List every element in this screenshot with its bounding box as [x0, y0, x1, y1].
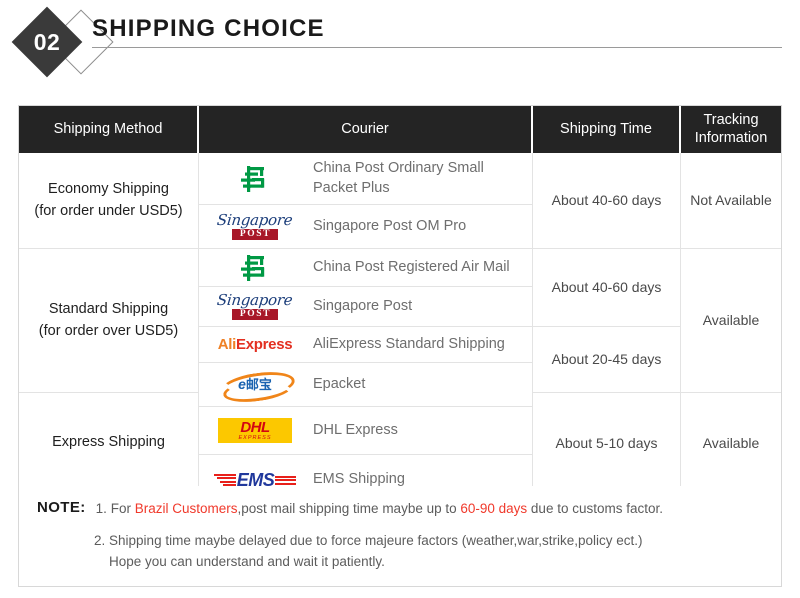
status-badge: Available	[702, 434, 760, 451]
column-header-tracking-info: Tracking Information	[694, 112, 768, 146]
courier-row: Singapore POST Singapore Post OM Pro	[199, 205, 533, 249]
epacket-logo: e邮宝	[207, 367, 303, 406]
singapore-post-wordmark: POST	[231, 228, 279, 241]
tracking-column: Not Available Available Available	[681, 153, 781, 505]
singapore-post-logo: Singapore POST	[207, 290, 303, 324]
singapore-post-logo: Singapore POST	[207, 210, 303, 244]
courier-name: China Post Registered Air Mail	[313, 258, 510, 275]
note-highlight-days: 60-90 days	[460, 501, 528, 516]
tracking-status-cell: Available	[681, 249, 781, 393]
singapore-post-script: Singapore	[216, 290, 294, 309]
method-label-line2: (for order under USD5)	[34, 202, 183, 219]
note-item-1-text: 1. For Brazil Customers,post mail shippi…	[96, 499, 663, 519]
note-label: NOTE:	[37, 499, 86, 516]
note-item-2: 2. Shipping time maybe delayed due to fo…	[37, 531, 767, 572]
courier-name: Singapore Post	[313, 297, 413, 314]
table-row: Standard Shipping (for order over USD5)	[19, 249, 199, 393]
note-section: NOTE: 1. For Brazil Customers,post mail …	[18, 486, 782, 587]
epacket-chinese-text: 邮宝	[245, 378, 272, 393]
note-item-2-line1: Shipping time maybe delayed due to force…	[109, 533, 643, 549]
courier-row: DHL EXPRESS DHL Express	[199, 407, 533, 455]
courier-row: China Post Ordinary Small Packet Plus	[199, 153, 533, 205]
tracking-status-cell: Not Available	[681, 153, 781, 249]
aliexpress-express-text: Express	[236, 335, 293, 353]
note-item-1-post: due to customs factor.	[527, 501, 663, 516]
ems-left-stripes	[213, 473, 236, 487]
note-highlight-brazil: Brazil Customers	[134, 501, 238, 516]
aliexpress-logo: AliExpress	[207, 328, 303, 362]
method-label-line1: Standard Shipping	[48, 301, 169, 318]
method-label-line1: Express Shipping	[52, 434, 165, 451]
note-item-1: NOTE: 1. For Brazil Customers,post mail …	[37, 499, 767, 519]
section-header: 02 SHIPPING CHOICE	[0, 0, 800, 92]
china-post-logo	[207, 162, 303, 196]
note-item-1-mid: ,post mail shipping time maybe up to	[237, 501, 461, 516]
column-header-shipping-time: Shipping Time	[533, 106, 681, 153]
table-row: Express Shipping	[19, 393, 199, 493]
dhl-wordmark: DHL	[240, 418, 270, 436]
ems-right-stripes	[275, 475, 297, 485]
status-badge: Available	[702, 312, 760, 329]
courier-name: Singapore Post OM Pro	[313, 217, 467, 234]
dhl-express-text: EXPRESS	[238, 434, 272, 441]
note-item-2-line2: Hope you can understand and wait it pati…	[109, 553, 385, 569]
epacket-e-text: e	[238, 376, 246, 392]
china-post-logo-mark	[241, 254, 265, 281]
dhl-logo: DHL EXPRESS	[207, 414, 303, 448]
aliexpress-ali-text: Ali	[217, 335, 237, 353]
courier-column: China Post Ordinary Small Packet Plus Si…	[199, 153, 533, 505]
note-item-1-number: 1.	[95, 501, 107, 516]
courier-row: China Post Registered Air Mail	[199, 249, 533, 287]
shipping-method-column: Economy Shipping (for order under USD5) …	[19, 153, 199, 505]
singapore-post-wordmark: POST	[231, 308, 279, 321]
method-label-line1: Economy Shipping	[48, 181, 169, 198]
singapore-post-script: Singapore	[216, 210, 294, 229]
column-header-courier: Courier	[199, 106, 533, 153]
page-title-block: SHIPPING CHOICE	[92, 15, 782, 49]
note-item-2-number: 2.	[94, 533, 106, 549]
shipping-time-cell: About 40-60 days	[533, 249, 681, 327]
shipping-time-cell: About 40-60 days	[533, 153, 681, 249]
courier-name: China Post Ordinary Small Packet Plus	[313, 159, 484, 196]
status-badge: Not Available	[690, 192, 772, 209]
courier-name: Epacket	[313, 375, 366, 392]
note-item-1-pre: For	[110, 501, 135, 516]
table-body: Economy Shipping (for order under USD5) …	[19, 153, 781, 505]
courier-name: AliExpress Standard Shipping	[313, 335, 505, 352]
table-header-row: Shipping Method Courier Shipping Time Tr…	[19, 106, 781, 153]
column-header-shipping-method: Shipping Method	[19, 106, 199, 153]
china-post-logo	[207, 251, 303, 285]
courier-row: Singapore POST Singapore Post	[199, 287, 533, 327]
shipping-table: Shipping Method Courier Shipping Time Tr…	[18, 105, 782, 506]
shipping-time-cell: About 20-45 days	[533, 327, 681, 393]
shipping-time-cell: About 5-10 days	[533, 393, 681, 493]
page-title: SHIPPING CHOICE	[92, 15, 325, 42]
courier-row: AliExpress AliExpress Standard Shipping	[199, 327, 533, 363]
title-divider	[92, 47, 782, 49]
tracking-status-cell: Available	[681, 393, 781, 493]
badge-number-label: 02	[33, 28, 61, 55]
china-post-logo-mark	[241, 165, 265, 192]
courier-row: e邮宝 Epacket	[199, 363, 533, 407]
method-label-line2: (for order over USD5)	[38, 322, 179, 339]
courier-name: DHL Express	[313, 421, 398, 438]
table-row: Economy Shipping (for order under USD5)	[19, 153, 199, 249]
shipping-time-column: About 40-60 days About 40-60 days About …	[533, 153, 681, 505]
